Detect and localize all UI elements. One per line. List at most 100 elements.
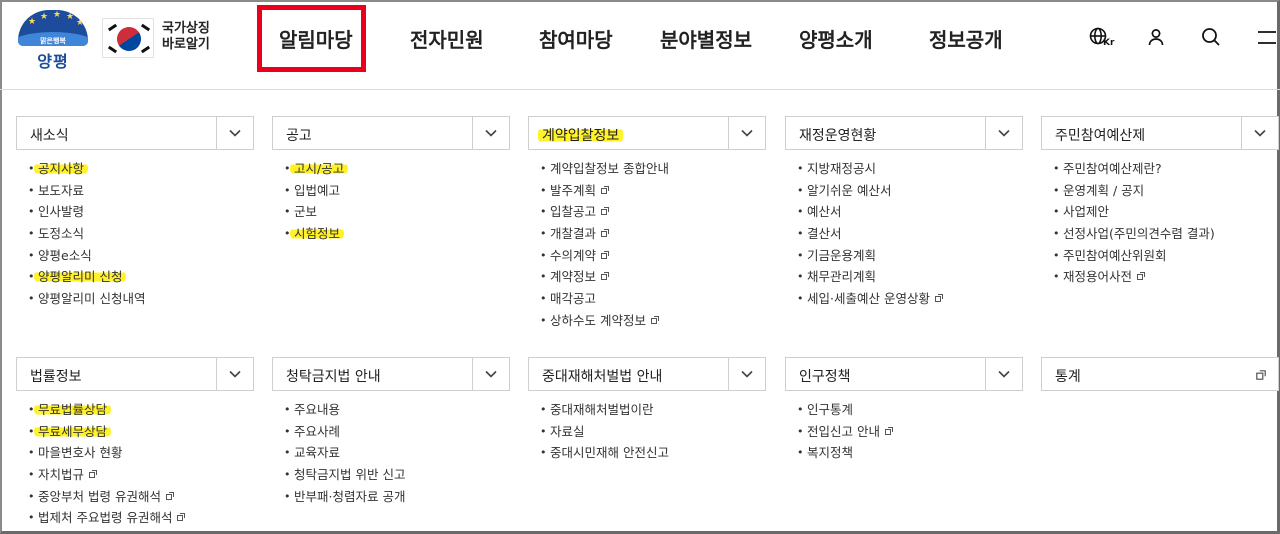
- panel-link-label: 무료법률상담: [34, 402, 112, 417]
- panel-link-item[interactable]: 중대시민재해 안전신고: [528, 442, 766, 464]
- panel-link-label: 자료실: [550, 423, 585, 439]
- panel-header[interactable]: 계약입찰정보: [528, 116, 766, 150]
- panel-link-item[interactable]: 주요사례: [272, 421, 510, 443]
- panel-header[interactable]: 중대재해처벌법 안내: [528, 357, 766, 391]
- panel-link-item[interactable]: 반부패·청렴자료 공개: [272, 486, 510, 508]
- panel-link-item[interactable]: 양평알리미 신청내역: [16, 288, 254, 310]
- panel-link-list: 중대재해처벌법이란자료실중대시민재해 안전신고: [528, 399, 766, 464]
- panel-link-label: 운영계획 / 공지: [1063, 182, 1145, 198]
- login-button[interactable]: [1146, 27, 1170, 51]
- panel-link-item[interactable]: 매각공고: [528, 288, 766, 310]
- panel-link-item[interactable]: 복지정책: [785, 442, 1023, 464]
- menu-button[interactable]: [1256, 27, 1276, 51]
- panel-legal-info: 법률정보무료법률상담무료세무상담마을변호사 현황자치법규중앙부처 법령 유권해석…: [16, 357, 254, 529]
- panel-header[interactable]: 주민참여예산제: [1041, 116, 1279, 150]
- expand-button[interactable]: [985, 358, 1022, 390]
- expand-button[interactable]: [728, 117, 765, 149]
- panel-header[interactable]: 재정운영현황: [785, 116, 1023, 150]
- chevron-down-icon: [998, 129, 1010, 137]
- panel-link-item[interactable]: 운영계획 / 공지: [1041, 180, 1279, 202]
- search-button[interactable]: [1201, 27, 1225, 51]
- panel-link-item[interactable]: 주민참여예산위원회: [1041, 245, 1279, 267]
- expand-button[interactable]: [216, 358, 253, 390]
- panel-link-item[interactable]: 중앙부처 법령 유권해석: [16, 486, 254, 508]
- national-symbol-line1: 국가상징: [162, 21, 210, 36]
- panel-link-item[interactable]: 개찰결과: [528, 223, 766, 245]
- panel-link-item[interactable]: 전입신고 안내: [785, 421, 1023, 443]
- panel-header[interactable]: 통계: [1041, 357, 1279, 391]
- panel-link-item[interactable]: 선정사업(주민의견수렴 결과): [1041, 223, 1279, 245]
- panel-link-item[interactable]: 수의계약: [528, 245, 766, 267]
- external-link-icon: [1137, 272, 1146, 281]
- national-symbol-link[interactable]: 국가상징 바로알기: [102, 18, 212, 58]
- panel-link-item[interactable]: 채무관리계획: [785, 266, 1023, 288]
- external-link-icon: [601, 229, 610, 238]
- panel-title: 통계: [1055, 369, 1081, 385]
- panel-link-item[interactable]: 예산서: [785, 201, 1023, 223]
- panel-link-item[interactable]: 사업제안: [1041, 201, 1279, 223]
- yangpyeong-logo[interactable]: ★ ★ ★ ★ ★ 맑은행복 양평: [18, 10, 88, 71]
- panel-header[interactable]: 청탁금지법 안내: [272, 357, 510, 391]
- panel-link-item[interactable]: 재정용어사전: [1041, 266, 1279, 288]
- panel-link-label: 인구통계: [807, 402, 854, 417]
- panel-link-label: 지방재정공시: [807, 161, 877, 176]
- panel-link-item[interactable]: 군보: [272, 201, 510, 223]
- nav-about[interactable]: 양평소개: [799, 24, 873, 53]
- panel-link-item[interactable]: 세입·세출예산 운영상황: [785, 288, 1023, 310]
- panel-link-item[interactable]: 자치법규: [16, 464, 254, 486]
- panel-link-item[interactable]: 공지사항: [16, 158, 254, 180]
- panel-link-label: 입법예고: [294, 182, 341, 198]
- panel-link-item[interactable]: 자료실: [528, 421, 766, 443]
- external-link-icon: [601, 185, 610, 194]
- panel-link-item[interactable]: 계약정보: [528, 266, 766, 288]
- panel-link-list: 주민참여예산제란? 운영계획 / 공지사업제안선정사업(주민의견수렴 결과) 주민참…: [1041, 158, 1279, 288]
- expand-button[interactable]: [472, 117, 509, 149]
- expand-button[interactable]: [728, 358, 765, 390]
- panel-link-item[interactable]: 입법예고: [272, 180, 510, 202]
- panel-header[interactable]: 새소식: [16, 116, 254, 150]
- panel-link-item[interactable]: 주요내용: [272, 399, 510, 421]
- panel-link-item[interactable]: 청탁금지법 위반 신고: [272, 464, 510, 486]
- panel-link-item[interactable]: 양평알리미 신청: [16, 266, 254, 288]
- panel-link-item[interactable]: 인사발령: [16, 201, 254, 223]
- nav-info-disclosure[interactable]: 정보공개: [929, 24, 1003, 53]
- panel-link-item[interactable]: 지방재정공시: [785, 158, 1023, 180]
- external-link-icon: [650, 315, 659, 324]
- panel-link-item[interactable]: 인구통계: [785, 399, 1023, 421]
- panel-link-label: 주민참여예산제란?: [1063, 161, 1162, 176]
- external-link-icon: [601, 272, 610, 281]
- panel-link-item[interactable]: 무료세무상담: [16, 421, 254, 443]
- expand-button[interactable]: [1241, 117, 1278, 149]
- panel-link-item[interactable]: 법제처 주요법령 유권해석: [16, 507, 254, 529]
- panel-header[interactable]: 법률정보: [16, 357, 254, 391]
- expand-button[interactable]: [472, 358, 509, 390]
- panel-link-item[interactable]: 중대재해처벌법이란: [528, 399, 766, 421]
- panel-link-item[interactable]: 결산서: [785, 223, 1023, 245]
- panel-link-item[interactable]: 무료법률상담: [16, 399, 254, 421]
- open-external-button[interactable]: [1241, 358, 1278, 390]
- nav-participation[interactable]: 참여마당: [539, 24, 613, 53]
- panel-link-item[interactable]: 고시/공고: [272, 158, 510, 180]
- nav-field-info[interactable]: 분야별정보: [660, 24, 752, 53]
- nav-e-civil[interactable]: 전자민원: [410, 24, 484, 53]
- panel-link-item[interactable]: 보도자료: [16, 180, 254, 202]
- panel-link-item[interactable]: 입찰공고: [528, 201, 766, 223]
- panel-header[interactable]: 공고: [272, 116, 510, 150]
- panel-link-item[interactable]: 마을변호사 현황: [16, 442, 254, 464]
- panel-link-label: 중대시민재해 안전신고: [550, 445, 669, 461]
- expand-button[interactable]: [216, 117, 253, 149]
- language-button[interactable]: Kr: [1089, 27, 1114, 51]
- national-symbol-text: 국가상징 바로알기: [162, 21, 210, 53]
- panel-link-item[interactable]: 기금운용계획: [785, 245, 1023, 267]
- panel-link-item[interactable]: 상하수도 계약정보: [528, 310, 766, 332]
- panel-link-item[interactable]: 주민참여예산제란?: [1041, 158, 1279, 180]
- panel-link-item[interactable]: 시험정보: [272, 223, 510, 245]
- panel-link-item[interactable]: 교육자료: [272, 442, 510, 464]
- panel-link-item[interactable]: 계약입찰정보 종합안내: [528, 158, 766, 180]
- panel-link-item[interactable]: 알기쉬운 예산서: [785, 180, 1023, 202]
- panel-link-item[interactable]: 발주계획: [528, 180, 766, 202]
- expand-button[interactable]: [985, 117, 1022, 149]
- panel-link-item[interactable]: 도정소식: [16, 223, 254, 245]
- panel-header[interactable]: 인구정책: [785, 357, 1023, 391]
- panel-link-item[interactable]: 양평e소식: [16, 245, 254, 267]
